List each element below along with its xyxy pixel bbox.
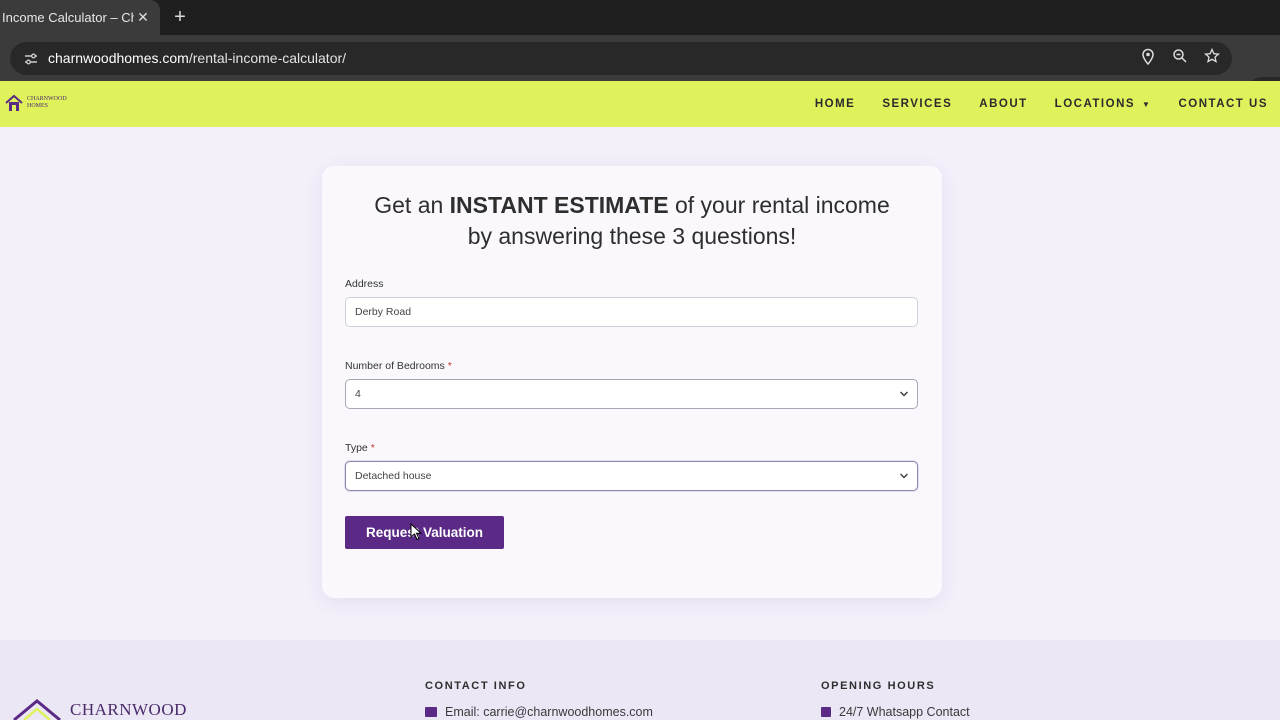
address-label: Address [345, 278, 384, 290]
bedrooms-label: Number of Bedrooms * [345, 360, 452, 372]
footer-logo-text: CHARNWOOD [70, 700, 187, 719]
opening-hours-heading: OPENING HOURS [821, 680, 936, 692]
plus-icon[interactable]: + [168, 4, 192, 30]
address-input[interactable]: Derby Road [345, 297, 918, 327]
site-settings-icon[interactable] [22, 50, 40, 68]
opening-hours-text: 24/7 Whatsapp Contact [839, 705, 970, 719]
nav-locations-label: LOCATIONS [1054, 98, 1136, 110]
bedrooms-select[interactable]: 4 [345, 379, 918, 409]
type-value: Detached house [355, 470, 432, 482]
close-icon[interactable]: ✕ [134, 9, 152, 26]
headline-bold: INSTANT ESTIMATE [449, 192, 669, 218]
headline-post: of your rental income [668, 192, 890, 218]
nav-home[interactable]: HOME [815, 98, 856, 110]
nav-about[interactable]: ABOUT [979, 98, 1027, 110]
caret-down-icon: ▼ [1142, 99, 1152, 109]
bedrooms-value: 4 [355, 388, 361, 400]
contact-email[interactable]: Email: carrie@charnwoodhomes.com [425, 705, 653, 719]
browser-address-bar: charnwoodhomes.com/rental-income-calcula… [0, 35, 1280, 109]
headline-pre: Get an [374, 192, 450, 218]
contact-email-text: Email: carrie@charnwoodhomes.com [445, 705, 653, 719]
type-label: Type * [345, 442, 375, 454]
type-select[interactable]: Detached house [345, 461, 918, 491]
site-logo[interactable]: CHARNWOOD HOMES [4, 93, 67, 113]
star-icon[interactable] [1202, 47, 1222, 68]
location-icon[interactable] [1138, 48, 1158, 68]
house-logo-icon [5, 94, 23, 111]
nav-locations[interactable]: LOCATIONS ▼ [1055, 98, 1152, 110]
opening-hours-line: 24/7 Whatsapp Contact [821, 705, 970, 719]
calendar-icon [821, 707, 831, 717]
chevron-down-icon [899, 462, 909, 502]
url-host: charnwoodhomes.com [48, 50, 189, 66]
browser-tab-bar: Income Calculator – Cha ✕ + [0, 0, 1280, 35]
logo-line2: HOMES [27, 103, 49, 109]
request-valuation-button[interactable]: Request Valuation [345, 516, 504, 549]
required-mark: * [447, 360, 452, 372]
cursor-icon [410, 523, 422, 541]
nav-services[interactable]: SERVICES [882, 98, 952, 110]
site-header: CHARNWOOD HOMES HOME SERVICES ABOUT LOCA… [0, 81, 1280, 127]
headline-line2: by answering these 3 questions! [467, 223, 797, 249]
tab-title: Income Calculator – Cha [2, 10, 134, 25]
footer-logo[interactable]: CHARNWOOD [12, 698, 187, 720]
site-footer: CHARNWOOD CONTACT INFO Email: carrie@cha… [0, 640, 1280, 720]
main-nav: HOME SERVICES ABOUT LOCATIONS ▼ CONTACT … [788, 81, 1268, 127]
nav-contact[interactable]: CONTACT US [1178, 98, 1268, 110]
url-path: /rental-income-calculator/ [188, 50, 347, 66]
email-icon [425, 707, 437, 717]
zoom-icon[interactable] [1170, 48, 1190, 68]
omnibox[interactable]: charnwoodhomes.com/rental-income-calcula… [10, 42, 1232, 75]
contact-info-heading: CONTACT INFO [425, 680, 527, 692]
required-mark: * [370, 442, 375, 454]
chevron-down-icon [899, 380, 909, 420]
house-logo-icon [13, 699, 61, 720]
browser-tab[interactable]: Income Calculator – Cha ✕ [0, 0, 160, 35]
logo-line1: CHARNWOOD [27, 96, 67, 102]
url-text[interactable]: charnwoodhomes.com/rental-income-calcula… [48, 50, 346, 66]
form-headline: Get an INSTANT ESTIMATE of your rental i… [322, 190, 942, 252]
